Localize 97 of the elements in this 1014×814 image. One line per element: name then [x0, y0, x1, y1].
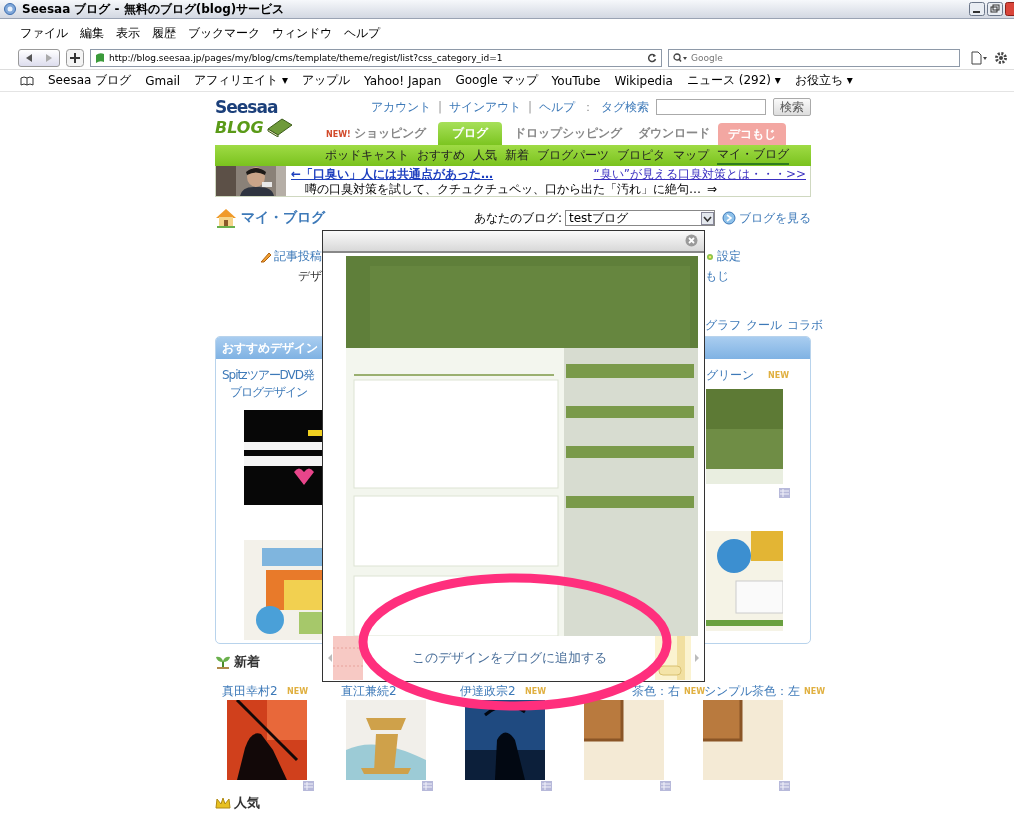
section-title: おすすめデザイン — [222, 339, 318, 357]
menu-item[interactable]: ウィンドウ — [272, 25, 332, 42]
url-field[interactable]: http://blog.seesaa.jp/pages/my/blog/cms/template/theme/regist/list?css_category_id=1 — [90, 48, 662, 67]
house-icon — [215, 208, 237, 228]
subnav-link[interactable]: ブログパーツ — [537, 147, 609, 164]
plus-icon[interactable] — [66, 48, 84, 67]
design-title[interactable]: 真田幸村2 — [222, 683, 278, 700]
subnav-link[interactable]: 新着 — [505, 147, 529, 164]
section-title: 新着 — [234, 653, 260, 671]
design-title[interactable]: 直江兼続2 — [341, 683, 397, 700]
ad-text: 噂の口臭対策を試して、クチュクチュペッ、口から出た「汚れ」に絶句… — [305, 181, 701, 196]
book-icon — [265, 117, 294, 137]
tag-search-field[interactable] — [656, 99, 766, 115]
menu-item[interactable]: 履歴 — [152, 25, 176, 42]
restore-icon[interactable] — [987, 2, 1003, 16]
category-tab[interactable]: クール — [746, 317, 782, 334]
separator: | — [527, 100, 532, 114]
sprout-icon — [215, 655, 231, 669]
leaf-icon — [95, 51, 105, 64]
menu-link[interactable]: もじ — [705, 268, 811, 285]
crown-icon — [215, 796, 231, 810]
grid-icon — [541, 781, 552, 791]
header-link[interactable]: ヘルプ — [539, 98, 575, 116]
nav-tab[interactable]: ドロップシッピング — [505, 122, 630, 145]
menu-tab[interactable]: 設定 — [717, 248, 741, 265]
new-label: NEW — [768, 371, 789, 380]
menu-item[interactable]: ファイル — [20, 25, 68, 42]
bookmark-item[interactable]: Google マップ — [455, 72, 538, 89]
grid-icon — [422, 781, 433, 791]
subnav-link[interactable]: ブロピタ — [617, 147, 665, 164]
grid-icon — [303, 781, 314, 791]
grid-icon — [779, 488, 790, 498]
grid-icon — [660, 781, 671, 791]
category-tab[interactable]: コラボ — [787, 317, 823, 334]
bookmark-item[interactable]: アフィリエイト ▾ — [194, 72, 288, 89]
new-label: NEW — [684, 687, 705, 696]
ad-link[interactable]: “臭い”が見える口臭対策とは・・・>> — [593, 166, 806, 181]
bookmark-item[interactable]: YouTube — [551, 73, 601, 88]
app-icon — [4, 3, 16, 15]
page-title: マイ・ブログ — [241, 209, 327, 227]
search-button[interactable]: 検索 — [773, 98, 811, 116]
bookmark-item[interactable]: Gmail — [145, 73, 181, 88]
section-title: 人気 — [234, 794, 260, 812]
logo-text: BLOG — [215, 117, 264, 137]
header-link[interactable]: サインアウト — [448, 98, 521, 116]
design-caption[interactable]: SpitzツアーDVD発 — [221, 367, 315, 384]
design-title[interactable]: 茶色：右 — [632, 683, 680, 700]
bookmark-item[interactable]: お役立ち ▾ — [794, 72, 853, 89]
design-title[interactable]: グリーン — [706, 367, 754, 384]
bookmark-item[interactable]: Yahoo! Japan — [364, 73, 442, 88]
subnav-link[interactable]: 人気 — [473, 147, 497, 164]
book-icon[interactable] — [20, 75, 34, 86]
separator: | — [437, 100, 442, 114]
ad-headline-link[interactable]: ←「口臭い」人には共通点があった… — [291, 166, 494, 181]
new-label: NEW — [804, 687, 825, 696]
new-label: NEW — [287, 687, 308, 696]
category-tab[interactable]: グラフ — [705, 317, 741, 334]
pencil-icon — [260, 250, 272, 263]
subnav-link[interactable]: マップ — [673, 147, 709, 164]
nav-tab[interactable]: NEW! ショッピング — [318, 122, 434, 145]
design-title[interactable]: シンプル茶色：左 — [704, 683, 800, 700]
menu-item[interactable]: ブックマーク — [188, 25, 260, 42]
bookmark-item[interactable]: Seesaa ブログ — [48, 72, 132, 89]
arrow-symbol: ⇒ — [707, 181, 718, 196]
window-title: Seesaa ブログ - 無料のブログ(blog)サービス — [22, 0, 286, 18]
view-blog-link[interactable]: ブログを見る — [739, 209, 811, 227]
caret-icon — [701, 211, 714, 225]
design-title[interactable]: 伊達政宗2 — [460, 683, 516, 700]
add-design-button[interactable]: このデザインをブログに追加する — [363, 648, 655, 669]
minimize-icon[interactable] — [969, 2, 985, 16]
menu-item[interactable]: ヘルプ — [344, 25, 380, 42]
search-field[interactable]: Google — [668, 48, 960, 67]
close-icon[interactable] — [685, 234, 698, 248]
logo-text: Seesaa — [215, 97, 279, 117]
bookmark-item[interactable]: ニュース (292) ▾ — [686, 72, 781, 89]
blog-select[interactable]: testブログ — [565, 210, 715, 226]
new-label: NEW — [525, 687, 546, 696]
header-link[interactable]: タグ検索 — [601, 98, 649, 116]
subnav-link[interactable]: ポッドキャスト — [325, 147, 409, 164]
reload-icon[interactable] — [647, 52, 657, 63]
menu-item[interactable]: 表示 — [116, 25, 140, 42]
grid-icon — [779, 781, 790, 791]
search-icon[interactable] — [673, 52, 687, 63]
field-label: あなたのブログ: — [473, 209, 562, 227]
separator: ： — [582, 98, 594, 116]
menu-link[interactable]: デザ — [298, 268, 322, 285]
menu-item[interactable]: 編集 — [80, 25, 104, 42]
nav-tab[interactable]: ダウンロード — [629, 122, 718, 145]
gear-icon[interactable] — [994, 50, 1008, 65]
header-link[interactable]: アカウント — [370, 98, 431, 116]
subnav-link[interactable]: おすすめ — [417, 147, 465, 164]
page-icon[interactable] — [970, 50, 988, 65]
subnav-link[interactable]: マイ・ブログ — [717, 146, 789, 165]
design-caption[interactable]: ブログデザイン — [229, 384, 307, 401]
bookmark-item[interactable]: アップル — [302, 72, 350, 89]
menu-tab[interactable]: 記事投稿 — [274, 248, 322, 265]
bookmark-item[interactable]: Wikipedia — [614, 73, 673, 88]
